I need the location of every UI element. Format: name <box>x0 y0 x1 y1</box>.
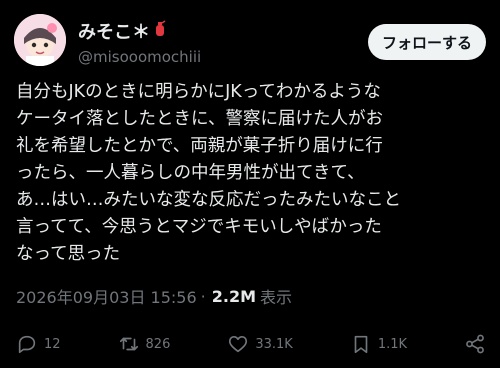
user-handle[interactable]: @misooomochiii <box>78 48 201 66</box>
like-button[interactable]: 33.1K <box>227 333 293 355</box>
like-count: 33.1K <box>255 336 293 352</box>
reply-icon <box>18 335 36 354</box>
bookmark-count: 1.1K <box>377 336 408 352</box>
heart-icon <box>229 336 248 353</box>
meta-separator: · <box>200 286 206 306</box>
views-count: 2.2M <box>211 286 256 306</box>
views-label: 表示 <box>260 288 293 307</box>
tweet-meta: 2026年09月03日 15:56 · 2.2M 表示 <box>16 284 292 308</box>
tweet-text: 自分もJKのときに明らかにJKってわかるような ケータイ落としたときに、警察に届… <box>16 82 401 264</box>
retweet-count: 826 <box>145 336 171 352</box>
bookmark-button[interactable]: 1.1K <box>350 333 407 355</box>
avatar[interactable] <box>14 14 66 66</box>
tweet-header: みそこ＊ @misooomochiii フォローする <box>14 14 486 70</box>
bookmark-icon <box>354 335 368 354</box>
share-icon <box>466 334 484 354</box>
user-names: みそこ＊ @misooomochiii <box>78 18 201 66</box>
reply-button[interactable]: 12 <box>16 333 61 355</box>
retweet-button[interactable]: 826 <box>118 333 171 355</box>
tweet-actions: 12 826 33.1K 1.1K <box>16 330 486 358</box>
display-name[interactable]: みそこ＊ <box>78 18 201 44</box>
reply-count: 12 <box>44 336 61 352</box>
retweet-icon <box>119 337 138 351</box>
share-button[interactable] <box>464 333 486 355</box>
follow-button[interactable]: フォローする <box>368 24 486 60</box>
timestamp[interactable]: 2026年09月03日 15:56 <box>16 284 197 308</box>
avatar-illustration <box>14 14 66 66</box>
display-name-text[interactable]: みそこ＊ <box>78 18 150 44</box>
fire-extinguisher-icon <box>154 20 166 42</box>
